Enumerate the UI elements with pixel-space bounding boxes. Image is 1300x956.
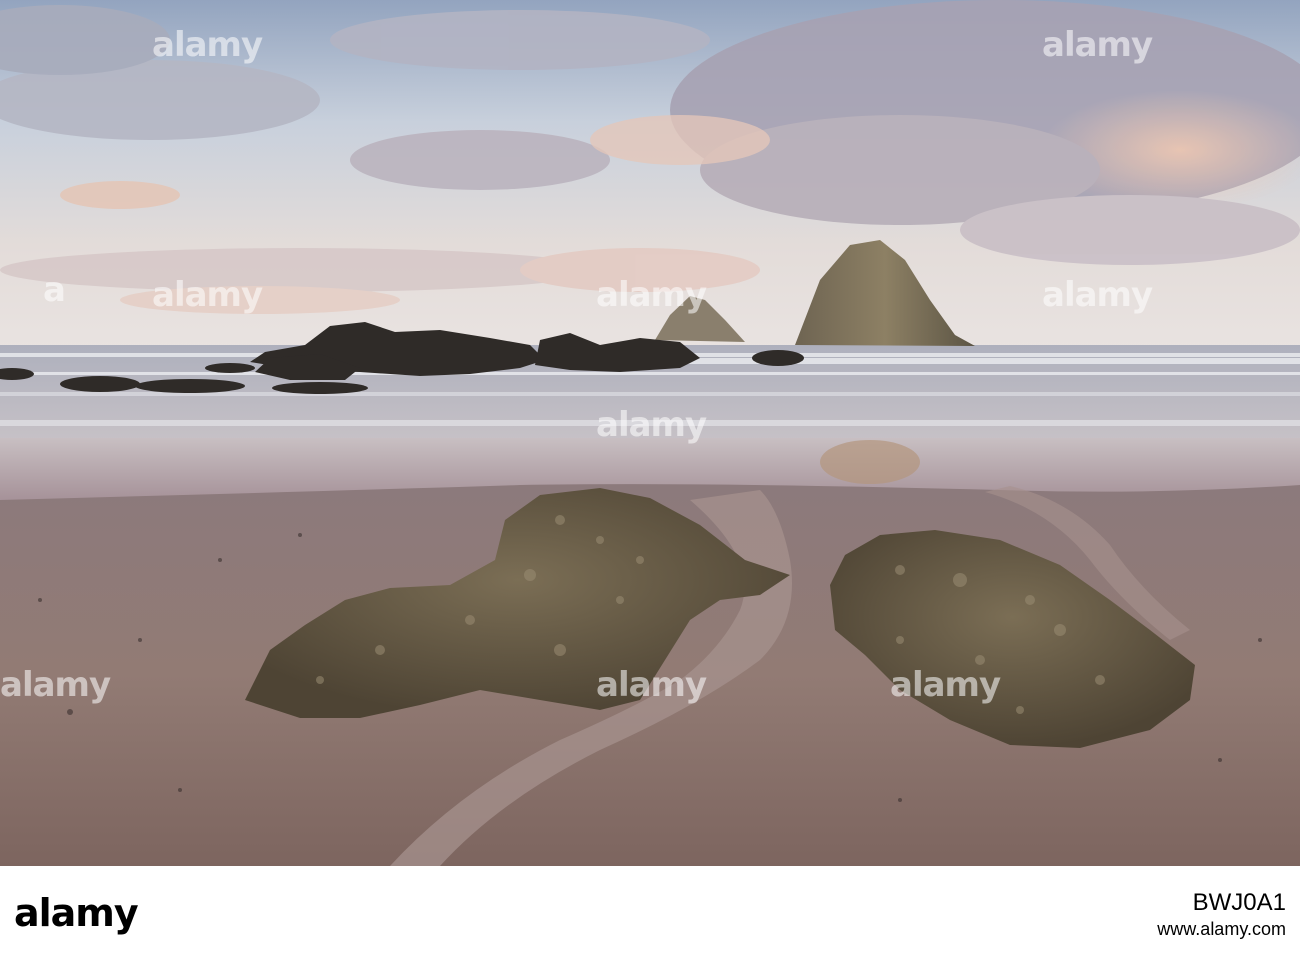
watermark: alamy bbox=[0, 665, 111, 705]
watermark-text: alamy bbox=[1042, 275, 1153, 315]
watermark-text: alamy bbox=[0, 665, 111, 705]
watermark-a: a bbox=[43, 270, 66, 310]
watermark-text: alamy bbox=[152, 25, 263, 65]
watermark: alamy bbox=[1042, 275, 1153, 315]
stack-reflection bbox=[820, 440, 920, 484]
footer-info: BWJ0A1 www.alamy.com bbox=[1157, 888, 1286, 940]
watermark: alamy bbox=[152, 275, 263, 315]
watermark: alamy bbox=[152, 25, 263, 65]
alamy-logo[interactable]: alamy bbox=[14, 894, 139, 932]
site-url[interactable]: www.alamy.com bbox=[1157, 918, 1286, 940]
watermark: alamy bbox=[596, 275, 707, 315]
footer-bar: alamy BWJ0A1 www.alamy.com bbox=[0, 866, 1300, 956]
watermark-text: alamy bbox=[596, 405, 707, 445]
watermark: alamy bbox=[596, 405, 707, 445]
watermark-text: alamy bbox=[596, 275, 707, 315]
watermark: alamy bbox=[890, 665, 1001, 705]
watermark-text: alamy bbox=[1042, 25, 1153, 65]
image-id: BWJ0A1 bbox=[1192, 889, 1286, 916]
watermark-text: alamy bbox=[152, 275, 263, 315]
watermark-text: alamy bbox=[596, 665, 707, 705]
watermark-text: alamy bbox=[890, 665, 1001, 705]
beach-photo: alamy a alamy alamy alamy alamy alamy al… bbox=[0, 0, 1300, 866]
watermark: alamy bbox=[596, 665, 707, 705]
watermark: alamy bbox=[1042, 25, 1153, 65]
